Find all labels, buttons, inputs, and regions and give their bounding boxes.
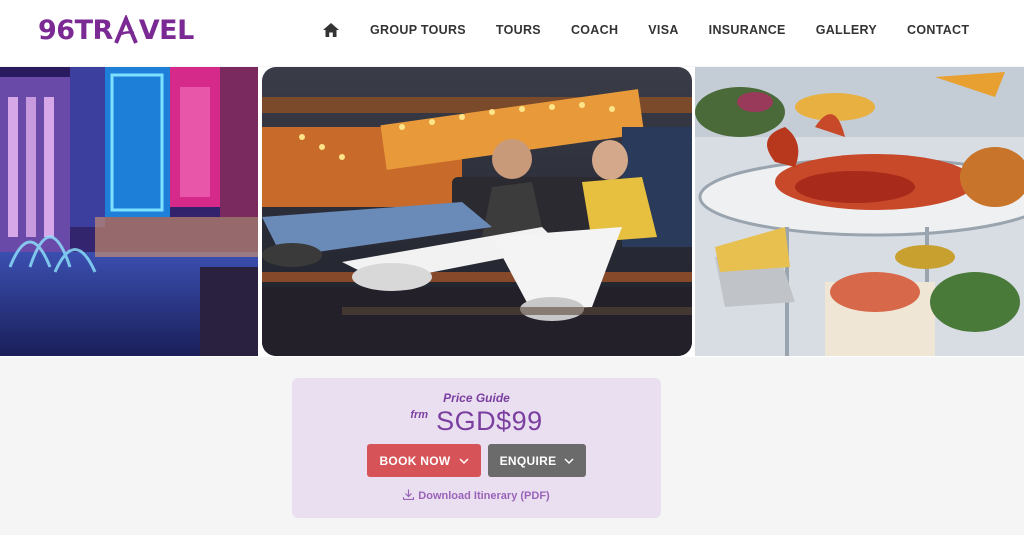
nav-home[interactable] [322,21,340,39]
logo-a-icon [113,13,138,45]
price-amount: SGD$99 [436,406,543,436]
brand-logo[interactable]: 96TR VEL [38,12,194,48]
chevron-down-icon [459,457,469,464]
nav-group-tours[interactable]: GROUP TOURS [370,23,466,37]
chevron-down-icon [564,457,574,464]
nav-coach[interactable]: COACH [571,23,618,37]
book-now-label: BOOK NOW [379,453,451,468]
hero-gallery [0,67,1024,357]
download-itinerary-link[interactable]: Download Itinerary (PDF) [292,489,661,502]
main-nav: GROUP TOURS TOURS COACH VISA INSURANCE G… [322,0,999,60]
logo-text-suffix: VEL [138,14,195,46]
book-now-button[interactable]: BOOK NOW [367,444,481,477]
enquire-label: ENQUIRE [499,453,557,468]
gallery-image-ride[interactable] [262,67,692,356]
nav-contact[interactable]: CONTACT [907,23,969,37]
gallery-image-food[interactable] [695,67,1024,356]
download-label: Download Itinerary (PDF) [418,490,550,502]
price-prefix: frm [410,409,429,421]
nav-visa[interactable]: VISA [648,23,678,37]
price-guide-label: Price Guide [443,391,510,405]
nav-gallery[interactable]: GALLERY [816,23,877,37]
nav-insurance[interactable]: INSURANCE [709,23,786,37]
price-guide-panel: Price Guide frm SGD$99 BOOK NOW ENQUIRE D… [292,378,661,518]
download-icon [403,489,415,501]
nav-tours[interactable]: TOURS [496,23,541,37]
site-header: 96TR VEL GROUP TOURS TOURS COACH VISA IN… [0,0,1024,66]
enquire-button[interactable]: ENQUIRE [488,444,586,477]
logo-text-prefix: 96TR [38,14,113,46]
price-row: frm SGD$99 [292,406,661,437]
home-icon [323,23,339,37]
gallery-image-city[interactable] [0,67,258,356]
